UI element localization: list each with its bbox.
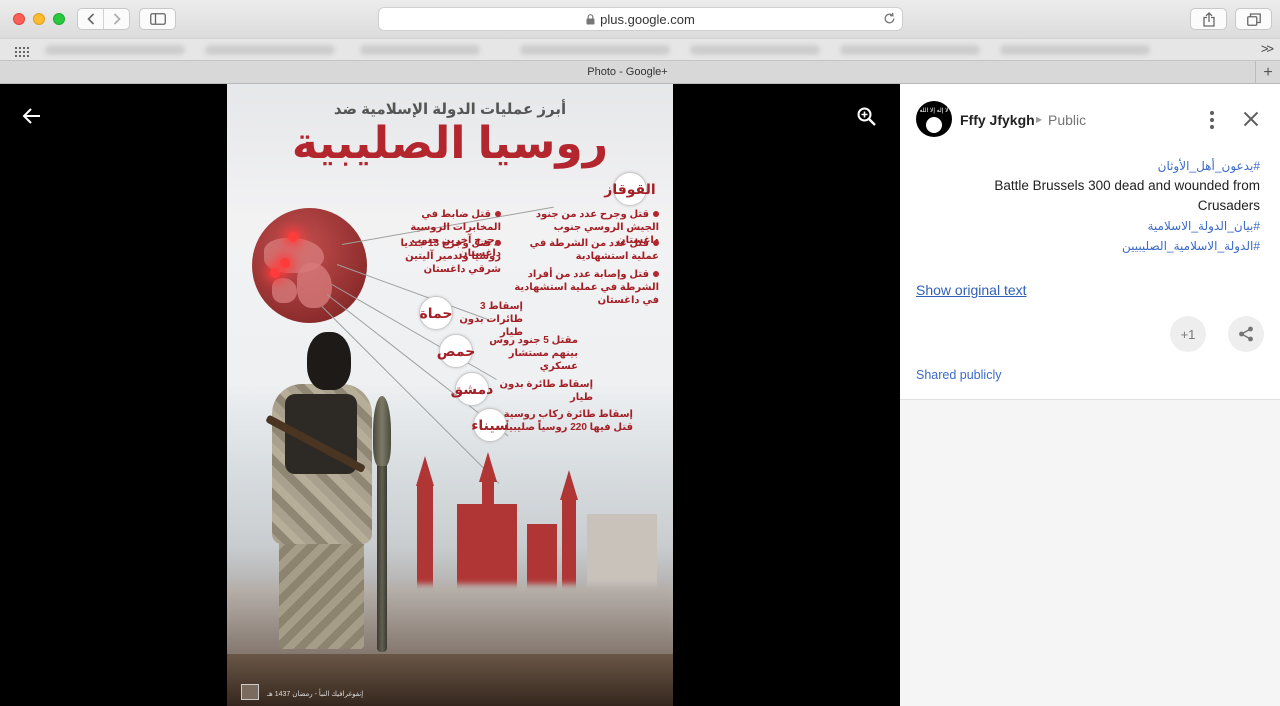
poster-item: قتل عدد من الشرطة في عملية استشهادية (529, 238, 659, 262)
close-window-button[interactable] (13, 13, 25, 25)
region-badge: حمص (437, 334, 475, 368)
bookmarks-bar: >> (0, 38, 1280, 60)
zoom-in-icon[interactable] (857, 107, 877, 132)
region-badge: سيناء (471, 408, 509, 442)
forward-button[interactable] (103, 9, 129, 29)
building-shape (416, 456, 434, 486)
bookmark-item[interactable] (45, 45, 185, 55)
poster-logo (241, 684, 259, 700)
bookmark-item[interactable] (520, 45, 670, 55)
post-body: #يدعون_أهل_الأوثان Battle Brussels 300 d… (930, 156, 1260, 256)
show-tabs-button[interactable] (1235, 8, 1272, 30)
close-icon[interactable] (1243, 111, 1259, 132)
share-box-icon (1202, 11, 1215, 27)
figure-shape (373, 396, 391, 466)
building-shape (457, 504, 517, 594)
poster-footer: إنفوغرافيك النبأ - رمضان 1437 هـ (267, 691, 364, 698)
region-badge: القوقاز (604, 172, 656, 206)
bookmark-item[interactable] (360, 45, 480, 55)
new-tab-button[interactable]: + (1255, 61, 1280, 84)
visibility-label: Public (1048, 112, 1087, 128)
globe-illustration (252, 208, 367, 323)
minimize-window-button[interactable] (33, 13, 45, 25)
bookmark-item[interactable] (840, 45, 980, 55)
avatar-seal (926, 117, 942, 133)
shared-publicly-label[interactable]: Shared publicly (916, 368, 1001, 382)
tabs-overview-icon (1246, 12, 1261, 26)
zoom-window-button[interactable] (53, 13, 65, 25)
back-button[interactable] (78, 9, 103, 29)
poster-item: مقتل 5 جنود روس بينهم مستشار عسكري (489, 335, 578, 372)
address-bar[interactable]: plus.google.com (378, 7, 903, 31)
poster-item: إسقاط طائرة بدون طيار (499, 379, 594, 403)
post-text: Battle Brussels 300 dead and wounded fro… (994, 178, 1260, 213)
region-badge: حماة (419, 296, 453, 330)
share-button[interactable] (1228, 316, 1264, 352)
share-icon (1239, 326, 1253, 342)
bookmark-item[interactable] (690, 45, 820, 55)
reload-icon[interactable] (883, 12, 896, 28)
sidebar-icon (149, 13, 166, 25)
building-shape (417, 484, 433, 594)
building-shape (562, 494, 576, 594)
show-original-text-link[interactable]: Show original text (916, 282, 1027, 298)
more-bookmarks-button[interactable]: >> (1261, 41, 1274, 56)
building-shape (587, 514, 657, 594)
hashtag-link[interactable]: #يدعون_أهل_الأوثان (930, 156, 1260, 176)
arrow-left-icon[interactable] (22, 106, 42, 131)
figure-shape (307, 332, 351, 390)
url-text: plus.google.com (600, 11, 695, 27)
avatar[interactable]: لا إله إلا الله (916, 101, 952, 137)
bookmark-item[interactable] (205, 45, 335, 55)
author-name[interactable]: Fffy Jfykgh (960, 112, 1035, 128)
tab-bar: Photo - Google+ + (0, 60, 1280, 84)
sidebar-toggle-button[interactable] (139, 8, 176, 30)
tab-active[interactable]: Photo - Google+ (0, 66, 1255, 78)
poster-item: قتل وإصابة عدد من أفراد الشرطة في عملية … (514, 269, 659, 306)
photo-image[interactable]: أبرز عمليات الدولة الإسلامية ضد روسيا ال… (227, 84, 673, 706)
ground-shape (227, 654, 673, 706)
share-page-button[interactable] (1190, 8, 1227, 30)
avatar-text: لا إله إلا الله (919, 108, 949, 114)
region-badge: دمشق (451, 372, 493, 406)
hashtag-link[interactable]: #بيان_الدولة_الاسلامية (930, 216, 1261, 236)
bookmark-item[interactable] (1000, 45, 1150, 55)
poster-title: روسيا الصليبية (291, 119, 609, 168)
photo-viewer: أبرز عمليات الدولة الإسلامية ضد روسيا ال… (0, 84, 900, 706)
more-vert-icon[interactable] (1204, 109, 1220, 136)
chevron-right-icon: ▶ (1036, 115, 1043, 124)
building-shape (479, 452, 497, 482)
hashtag-link[interactable]: #الدولة_الاسلامية_الصليبيين (930, 236, 1260, 256)
figure-shape (279, 539, 364, 649)
info-panel: لا إله إلا الله Fffy Jfykgh ▶ Public #يد… (900, 84, 1280, 706)
history-navigation (77, 8, 130, 30)
poster-item: إسقاط طائرة ركاب روسية قتل فيها 220 روسي… (503, 409, 633, 433)
poster-subtitle: أبرز عمليات الدولة الإسلامية ضد (333, 101, 567, 118)
post-card: لا إله إلا الله Fffy Jfykgh ▶ Public #يد… (900, 84, 1280, 400)
browser-toolbar: plus.google.com (0, 0, 1280, 38)
chevron-left-icon (86, 13, 94, 25)
lock-icon (586, 13, 595, 25)
chevron-right-icon (113, 13, 121, 25)
building-shape (560, 470, 578, 500)
poster-item: قتل وجرح 13 جنديا روسيا وتدمير آليتين شر… (400, 238, 501, 275)
plus-one-button[interactable]: +1 (1170, 316, 1206, 352)
